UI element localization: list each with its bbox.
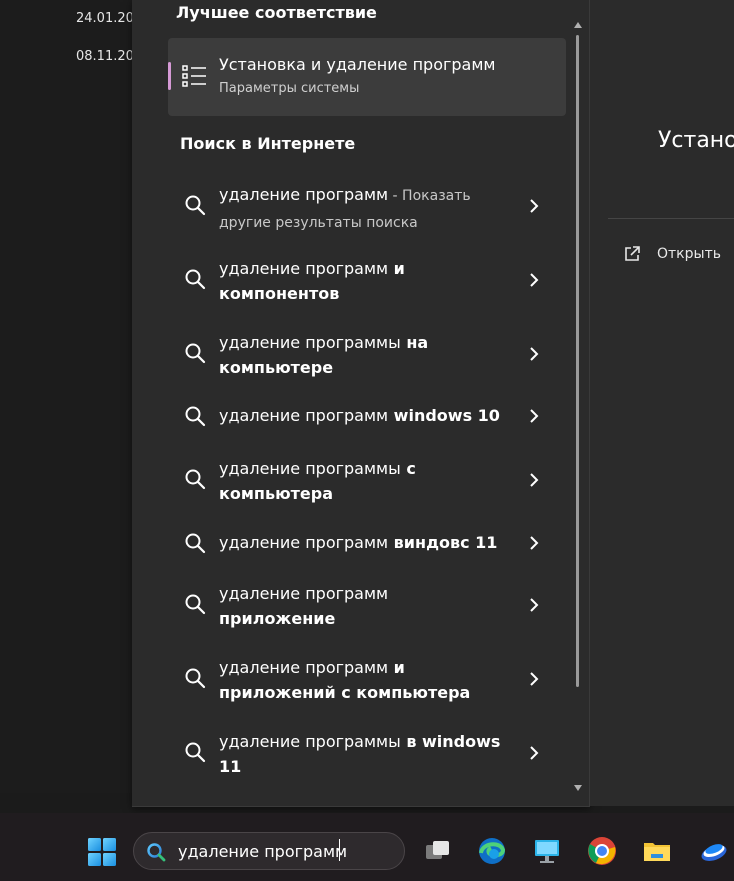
desktop-monitor-icon[interactable]	[531, 835, 563, 867]
web-suggestion[interactable]: удаление программы на компьютере	[168, 328, 566, 382]
chevron-right-icon	[530, 536, 539, 550]
search-input[interactable]	[178, 840, 398, 862]
search-icon	[185, 742, 206, 763]
search-results-panel: Лучшее соответствие Установка и удаление…	[132, 0, 590, 807]
search-icon	[147, 843, 166, 862]
taskbar-search-box[interactable]	[133, 832, 405, 870]
background-window: 24.01.202 08.11.202	[0, 0, 142, 793]
suggestion-text: удаление программ приложение	[219, 584, 389, 628]
search-icon	[185, 668, 206, 689]
web-suggestion[interactable]: удаление программ windows 10	[168, 401, 566, 431]
web-suggestion[interactable]: удаление программы в windows 11	[168, 727, 566, 781]
web-suggestion[interactable]: удаление программ приложение	[168, 579, 566, 633]
web-suggestion[interactable]: удаление программ и приложений с компьюте…	[168, 653, 566, 707]
best-match-heading: Лучшее соответствие	[176, 3, 377, 22]
scroll-up-icon[interactable]	[574, 22, 582, 28]
suggestion-text: удаление программ и приложений с компьюте…	[219, 658, 471, 702]
preview-panel: Установ Открыть	[590, 0, 734, 806]
suggestion-text: удаление программ и компонентов	[219, 259, 405, 303]
suggestion-text: удаление программ windows 10	[219, 406, 500, 425]
search-icon	[185, 469, 206, 490]
selection-indicator	[168, 62, 171, 90]
search-icon	[185, 195, 206, 216]
open-external-icon[interactable]	[623, 245, 641, 263]
chevron-right-icon	[530, 273, 539, 287]
scrollbar-thumb[interactable]	[576, 35, 579, 687]
chevron-right-icon	[530, 598, 539, 612]
best-match-title: Установка и удаление программ	[219, 55, 496, 74]
suggestion-text: удаление программ виндовс 11	[219, 533, 498, 552]
search-icon	[185, 406, 206, 427]
chevron-right-icon	[530, 409, 539, 423]
taskbar	[0, 813, 734, 881]
search-icon	[185, 594, 206, 615]
open-action-label[interactable]: Открыть	[657, 246, 721, 262]
text-caret	[339, 839, 340, 861]
web-search-heading: Поиск в Интернете	[180, 134, 356, 153]
chevron-right-icon	[530, 199, 539, 213]
web-suggestion[interactable]: удаление программ - Показать другие резул…	[168, 180, 566, 234]
task-view-icon[interactable]	[422, 835, 454, 867]
divider	[608, 218, 734, 219]
best-match-result[interactable]: Установка и удаление программ Параметры …	[168, 38, 566, 116]
web-suggestion[interactable]: удаление программ виндовс 11	[168, 528, 566, 558]
yandex-disk-icon[interactable]	[696, 835, 728, 867]
web-suggestion[interactable]: удаление программ и компонентов	[168, 254, 566, 308]
web-suggestion[interactable]: удаление программы с компьютера	[168, 454, 566, 508]
chevron-right-icon	[530, 473, 539, 487]
apps-list-icon	[182, 65, 206, 87]
file-explorer-icon[interactable]	[641, 835, 673, 867]
suggestion-text: удаление программ - Показать другие резул…	[219, 185, 471, 231]
search-icon	[185, 533, 206, 554]
scroll-down-icon[interactable]	[574, 785, 582, 791]
chevron-right-icon	[530, 746, 539, 760]
windows-start-icon[interactable]	[87, 837, 117, 867]
best-match-subtitle: Параметры системы	[219, 81, 360, 96]
search-icon	[185, 343, 206, 364]
chrome-icon[interactable]	[586, 835, 618, 867]
search-icon	[185, 269, 206, 290]
suggestion-text: удаление программы с компьютера	[219, 459, 416, 503]
chevron-right-icon	[530, 347, 539, 361]
suggestion-text: удаление программы в windows 11	[219, 732, 501, 776]
edge-icon[interactable]	[476, 835, 508, 867]
preview-title: Установ	[658, 128, 734, 153]
chevron-right-icon	[530, 672, 539, 686]
suggestion-text: удаление программы на компьютере	[219, 333, 429, 377]
